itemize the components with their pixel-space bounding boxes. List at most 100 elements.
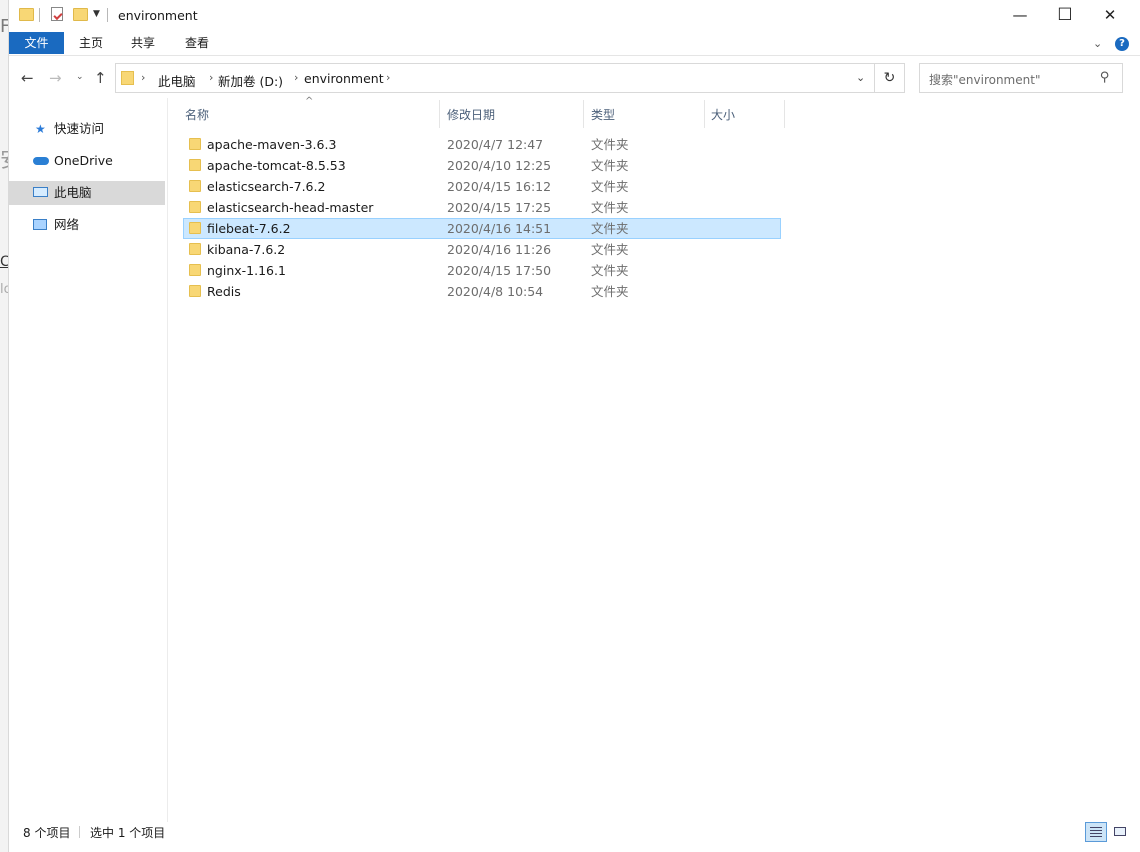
toolbar-separator [39, 8, 40, 22]
file-type: 文件夹 [591, 221, 629, 236]
nav-item-label: OneDrive [54, 153, 113, 168]
status-selection: 选中 1 个项目 [90, 826, 166, 840]
sort-ascending-icon: ^ [305, 96, 314, 107]
file-name: filebeat-7.6.2 [207, 221, 291, 236]
properties-icon[interactable] [51, 7, 63, 21]
breadcrumb-drive-d[interactable]: 新加卷 (D:) [218, 71, 283, 90]
back-button[interactable]: ← [21, 69, 34, 87]
breadcrumb-this-pc[interactable]: 此电脑 [158, 71, 196, 90]
toolbar-separator [107, 8, 108, 22]
tab-home[interactable]: 主页 [79, 32, 103, 54]
nav-item-this-pc[interactable]: 此电脑 [9, 181, 165, 205]
folder-icon [189, 285, 201, 297]
file-row[interactable]: apache-tomcat-8.5.53 2020/4/10 12:25 文件夹 [183, 155, 781, 176]
file-row[interactable]: elasticsearch-7.6.2 2020/4/15 16:12 文件夹 [183, 176, 781, 197]
file-date: 2020/4/15 16:12 [447, 179, 552, 194]
file-row[interactable]: nginx-1.16.1 2020/4/15 17:50 文件夹 [183, 260, 781, 281]
column-divider[interactable] [439, 100, 440, 128]
folder-icon [189, 222, 201, 234]
column-header-name[interactable]: 名称 [185, 106, 209, 123]
column-header-date[interactable]: 修改日期 [447, 106, 495, 123]
file-name: apache-tomcat-8.5.53 [207, 158, 346, 173]
explorer-window: ▼ environment — ☐ ✕ 文件 主页 共享 查看 ⌄ ? ← → … [8, 0, 1140, 852]
navigation-pane: ★ 快速访问 OneDrive 此电脑 网络 [9, 98, 167, 822]
file-date: 2020/4/8 10:54 [447, 284, 544, 299]
file-name: elasticsearch-7.6.2 [207, 179, 326, 194]
column-header-type[interactable]: 类型 [591, 106, 615, 123]
breadcrumb-separator[interactable]: › [386, 71, 390, 84]
new-folder-icon[interactable] [73, 8, 88, 21]
folder-icon [189, 243, 201, 255]
file-name: elasticsearch-head-master [207, 200, 374, 215]
folder-icon [189, 138, 201, 150]
nav-item-onedrive[interactable]: OneDrive [9, 149, 165, 173]
folder-icon [19, 8, 34, 21]
file-row[interactable]: apache-maven-3.6.3 2020/4/7 12:47 文件夹 [183, 134, 781, 155]
file-type: 文件夹 [591, 158, 629, 173]
expand-ribbon-icon[interactable]: ⌄ [1093, 37, 1102, 50]
ribbon-divider [9, 55, 1140, 56]
file-name: apache-maven-3.6.3 [207, 137, 337, 152]
star-icon: ★ [35, 122, 46, 136]
details-view-button[interactable] [1085, 822, 1107, 842]
file-date: 2020/4/7 12:47 [447, 137, 544, 152]
folder-icon [189, 264, 201, 276]
tab-share[interactable]: 共享 [131, 32, 155, 54]
breadcrumb-separator[interactable]: › [209, 71, 213, 84]
address-bar[interactable]: › 此电脑 › 新加卷 (D:) › environment › ⌄ [115, 63, 875, 93]
breadcrumb-separator[interactable]: › [294, 71, 298, 84]
up-button[interactable]: ↑ [94, 69, 107, 87]
forward-button[interactable]: → [49, 69, 62, 87]
folder-icon [189, 180, 201, 192]
minimize-button[interactable]: — [997, 0, 1043, 30]
computer-icon [33, 187, 48, 197]
folder-icon [121, 71, 134, 85]
file-date: 2020/4/10 12:25 [447, 158, 552, 173]
large-icons-view-button[interactable] [1109, 822, 1131, 842]
file-row[interactable]: Redis 2020/4/8 10:54 文件夹 [183, 281, 781, 302]
file-type: 文件夹 [591, 200, 629, 215]
column-divider[interactable] [784, 100, 785, 128]
background-window-edge [0, 0, 8, 852]
recent-locations-icon[interactable]: ⌄ [76, 72, 84, 82]
nav-item-label: 网络 [54, 217, 80, 232]
file-type: 文件夹 [591, 284, 629, 299]
folder-icon [189, 201, 201, 213]
file-date: 2020/4/15 17:50 [447, 263, 552, 278]
maximize-button[interactable]: ☐ [1042, 0, 1088, 30]
nav-item-label: 快速访问 [54, 121, 105, 136]
network-icon [33, 219, 47, 230]
status-item-count: 8 个项目 [23, 826, 71, 840]
tab-file[interactable]: 文件 [9, 32, 64, 54]
tab-view[interactable]: 查看 [185, 32, 209, 54]
column-header-size[interactable]: 大小 [711, 106, 735, 123]
breadcrumb-environment[interactable]: environment [304, 71, 384, 86]
column-divider[interactable] [704, 100, 705, 128]
help-icon[interactable]: ? [1115, 37, 1129, 51]
breadcrumb-separator[interactable]: › [141, 71, 145, 84]
file-row[interactable]: kibana-7.6.2 2020/4/16 11:26 文件夹 [183, 239, 781, 260]
file-date: 2020/4/16 14:51 [447, 221, 552, 236]
file-date: 2020/4/16 11:26 [447, 242, 552, 257]
column-divider[interactable] [583, 100, 584, 128]
file-row[interactable]: elasticsearch-head-master 2020/4/15 17:2… [183, 197, 781, 218]
search-input[interactable]: 搜索"environment" [929, 71, 1040, 88]
nav-item-quick-access[interactable]: ★ 快速访问 [9, 117, 165, 141]
file-type: 文件夹 [591, 137, 629, 152]
search-icon[interactable]: ⚲ [1100, 70, 1110, 85]
quick-access-dropdown-icon[interactable]: ▼ [93, 9, 100, 19]
close-button[interactable]: ✕ [1087, 0, 1133, 30]
cloud-icon [33, 157, 49, 165]
window-title: environment [118, 8, 198, 23]
file-row-selected[interactable]: filebeat-7.6.2 2020/4/16 14:51 文件夹 [183, 218, 781, 239]
refresh-button[interactable]: ↻ [875, 63, 905, 93]
file-name: kibana-7.6.2 [207, 242, 286, 257]
status-divider [79, 826, 80, 838]
search-box[interactable]: 搜索"environment" ⚲ [919, 63, 1123, 93]
pane-divider [167, 98, 168, 822]
address-history-dropdown-icon[interactable]: ⌄ [856, 71, 865, 84]
file-type: 文件夹 [591, 179, 629, 194]
nav-item-network[interactable]: 网络 [9, 213, 165, 237]
folder-icon [189, 159, 201, 171]
nav-item-label: 此电脑 [54, 185, 92, 200]
